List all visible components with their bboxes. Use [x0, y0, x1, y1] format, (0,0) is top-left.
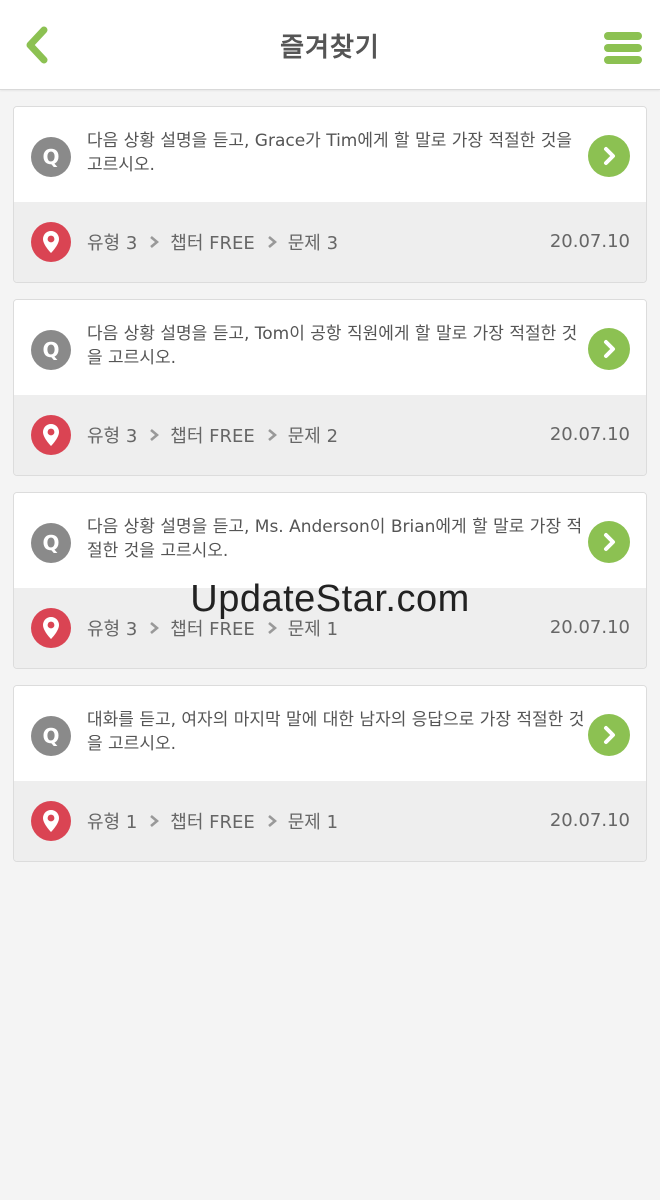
favorites-list: Q 다음 상황 설명을 듣고, Grace가 Tim에게 할 말로 가장 적절한… [13, 106, 647, 878]
location-row: 유형 3 챕터 FREE 문제 1 20.07.10 [14, 588, 646, 668]
location-pin-icon [31, 222, 71, 262]
saved-date: 20.07.10 [549, 617, 630, 638]
saved-date: 20.07.10 [549, 424, 630, 445]
favorite-card: Q 대화를 듣고, 여자의 마지막 말에 대한 남자의 응답으로 가장 적절한 … [13, 685, 647, 862]
question-row[interactable]: Q 대화를 듣고, 여자의 마지막 말에 대한 남자의 응답으로 가장 적절한 … [14, 686, 646, 781]
chevron-right-icon [604, 533, 615, 551]
question-row[interactable]: Q 다음 상황 설명을 듣고, Ms. Anderson이 Brian에게 할 … [14, 493, 646, 588]
breadcrumb: 유형 1 챕터 FREE 문제 1 [87, 781, 338, 861]
open-question-button[interactable] [588, 714, 630, 756]
breadcrumb: 유형 3 챕터 FREE 문제 2 [87, 395, 338, 475]
breadcrumb: 유형 3 챕터 FREE 문제 1 [87, 588, 338, 668]
question-row[interactable]: Q 다음 상황 설명을 듣고, Grace가 Tim에게 할 말로 가장 적절한… [14, 107, 646, 202]
favorite-card: Q 다음 상황 설명을 듣고, Grace가 Tim에게 할 말로 가장 적절한… [13, 106, 647, 283]
breadcrumb-problem: 문제 1 [287, 812, 339, 833]
breadcrumb-chapter: 챕터 FREE [170, 233, 255, 254]
breadcrumb-problem: 문제 2 [287, 426, 339, 447]
page-title: 즐겨찾기 [280, 33, 380, 63]
hamburger-menu-icon [604, 32, 642, 40]
breadcrumb-problem: 문제 1 [287, 619, 339, 640]
chevron-right-icon [149, 815, 160, 827]
breadcrumb-chapter: 챕터 FREE [170, 619, 255, 640]
question-text: 대화를 듣고, 여자의 마지막 말에 대한 남자의 응답으로 가장 적절한 것을… [87, 710, 585, 754]
location-pin-icon [31, 415, 71, 455]
breadcrumb-problem: 문제 3 [287, 233, 339, 254]
chevron-right-icon [149, 429, 160, 441]
question-text: 다음 상황 설명을 듣고, Tom이 공항 직원에게 할 말로 가장 적절한 것… [87, 324, 578, 368]
location-pin-icon [31, 801, 71, 841]
saved-date: 20.07.10 [549, 231, 630, 252]
chevron-right-icon [267, 815, 277, 827]
menu-button[interactable] [598, 26, 646, 68]
question-icon: Q [31, 330, 71, 370]
location-row: 유형 1 챕터 FREE 문제 1 20.07.10 [14, 781, 646, 861]
question-text: 다음 상황 설명을 듣고, Grace가 Tim에게 할 말로 가장 적절한 것… [87, 131, 573, 175]
question-icon: Q [31, 523, 71, 563]
chevron-right-icon [604, 726, 615, 744]
question-icon: Q [31, 716, 71, 756]
breadcrumb-type: 유형 3 [87, 426, 138, 447]
open-question-button[interactable] [588, 328, 630, 370]
chevron-right-icon [267, 236, 277, 248]
breadcrumb-chapter: 챕터 FREE [170, 426, 255, 447]
hamburger-line [604, 56, 642, 64]
chevron-right-icon [149, 622, 160, 634]
chevron-right-icon [604, 340, 615, 358]
chevron-right-icon [604, 147, 615, 165]
breadcrumb: 유형 3 챕터 FREE 문제 3 [87, 202, 338, 282]
question-text: 다음 상황 설명을 듣고, Ms. Anderson이 Brian에게 할 말로… [87, 517, 583, 561]
hamburger-line [604, 44, 642, 52]
location-row: 유형 3 챕터 FREE 문제 3 20.07.10 [14, 202, 646, 282]
question-row[interactable]: Q 다음 상황 설명을 듣고, Tom이 공항 직원에게 할 말로 가장 적절한… [14, 300, 646, 395]
chevron-right-icon [267, 622, 277, 634]
open-question-button[interactable] [588, 135, 630, 177]
favorite-card: Q 다음 상황 설명을 듣고, Ms. Anderson이 Brian에게 할 … [13, 492, 647, 669]
location-row: 유형 3 챕터 FREE 문제 2 20.07.10 [14, 395, 646, 475]
app-header: 즐겨찾기 [0, 0, 660, 90]
open-question-button[interactable] [588, 521, 630, 563]
location-pin-icon [31, 608, 71, 648]
breadcrumb-type: 유형 3 [87, 233, 138, 254]
breadcrumb-type: 유형 1 [87, 812, 138, 833]
saved-date: 20.07.10 [549, 810, 630, 831]
chevron-right-icon [149, 236, 160, 248]
breadcrumb-type: 유형 3 [87, 619, 138, 640]
favorite-card: Q 다음 상황 설명을 듣고, Tom이 공항 직원에게 할 말로 가장 적절한… [13, 299, 647, 476]
question-icon: Q [31, 137, 71, 177]
chevron-right-icon [267, 429, 277, 441]
breadcrumb-chapter: 챕터 FREE [170, 812, 255, 833]
